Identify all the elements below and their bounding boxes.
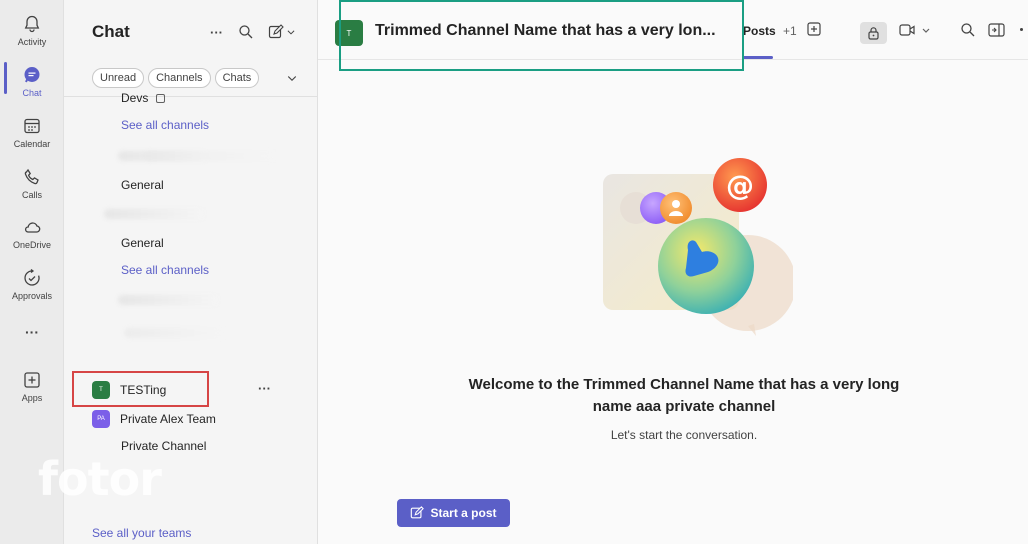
filter-channels[interactable]: Channels [148, 68, 211, 88]
more-icon: ··· [25, 324, 39, 340]
start-post-button[interactable]: Start a post [397, 499, 510, 527]
add-app-icon [24, 372, 40, 388]
divider [64, 96, 317, 97]
tab-more[interactable]: +1 [783, 24, 797, 38]
filter-chips: Unread Channels Chats [92, 68, 260, 88]
team-label: Private Alex Team [120, 412, 216, 426]
rail-label: Chat [22, 88, 42, 98]
channel-item-general[interactable]: General [121, 236, 164, 250]
chevron-down-icon[interactable] [286, 72, 298, 84]
search-icon [239, 25, 253, 39]
rail-label: Calls [21, 190, 42, 200]
team-avatar: PA [92, 410, 110, 428]
highlight-annotation [72, 371, 209, 407]
mention-icon: @ [726, 169, 754, 202]
blurred-team-name [118, 295, 218, 305]
new-chat-button[interactable] [268, 22, 296, 42]
video-call-icon[interactable] [899, 22, 931, 38]
filter-chats[interactable]: Chats [214, 68, 260, 88]
pane-title: Chat [92, 22, 130, 41]
rail-item-onedrive[interactable]: OneDrive [0, 213, 64, 261]
rail-item-calendar[interactable]: Calendar [0, 112, 64, 160]
compose-icon [411, 506, 425, 519]
welcome-title: Welcome to the Trimmed Channel Name that… [468, 376, 900, 415]
channel-label: Devs [121, 91, 149, 105]
channel-info-button[interactable] [860, 22, 887, 44]
more-icon: ··· [210, 24, 223, 40]
rail-item-apps[interactable]: Apps [0, 366, 64, 414]
channel-main: T Trimmed Channel Name that has a very l… [318, 0, 1028, 544]
team-item-private-alex[interactable]: PA Private Alex Team [92, 408, 216, 430]
see-all-channels-link[interactable]: See all channels [121, 263, 209, 277]
rail-item-chat[interactable]: Chat [0, 61, 64, 109]
rail-label: Apps [21, 393, 43, 403]
rail-more-button[interactable]: ··· [0, 320, 64, 344]
rail-label: Calendar [13, 139, 51, 149]
search-icon[interactable] [960, 22, 976, 38]
welcome-illustration: @ [603, 158, 793, 336]
open-panel-icon[interactable] [988, 22, 1006, 38]
approvals-icon [24, 268, 40, 286]
channel-item-private[interactable]: Private Channel [121, 439, 206, 453]
blurred-team-name [124, 328, 224, 338]
tab-posts[interactable]: Posts [743, 24, 776, 38]
pane-search-button[interactable] [238, 22, 254, 42]
compose-icon [268, 24, 284, 39]
cloud-icon [24, 222, 41, 233]
watermark-logo: fotor [38, 452, 162, 506]
filter-unread[interactable]: Unread [92, 68, 145, 88]
tab-active-indicator [742, 56, 773, 59]
rail-label: Activity [17, 37, 47, 47]
blurred-team-name [104, 209, 204, 219]
blurred-region [144, 151, 274, 161]
add-tab-icon[interactable] [807, 22, 821, 36]
chat-icon [24, 67, 40, 83]
bell-icon [24, 15, 40, 33]
rail-item-activity[interactable]: Activity [0, 10, 64, 58]
lock-icon [868, 27, 879, 40]
phone-icon [24, 168, 39, 185]
rail-item-approvals[interactable]: Approvals [0, 264, 64, 312]
calendar-icon [24, 118, 40, 134]
rail-label: Approvals [11, 291, 53, 301]
channel-item-devs[interactable]: Devs [121, 91, 165, 105]
overflow-icon[interactable] [1020, 28, 1023, 31]
channel-badge-icon [155, 94, 165, 103]
start-post-label: Start a post [430, 506, 497, 520]
welcome-subtitle: Let's start the conversation. [610, 428, 758, 442]
channel-item-general[interactable]: General [121, 178, 164, 192]
rail-item-calls[interactable]: Calls [0, 163, 64, 211]
see-all-channels-link[interactable]: See all channels [121, 118, 209, 132]
pane-more-button[interactable]: ··· [210, 22, 223, 42]
rail-label: OneDrive [12, 240, 51, 250]
see-all-teams-link[interactable]: See all your teams [92, 526, 191, 540]
team-more-button[interactable]: ··· [258, 381, 271, 396]
chevron-down-icon [287, 30, 295, 35]
highlight-annotation [339, 0, 744, 71]
